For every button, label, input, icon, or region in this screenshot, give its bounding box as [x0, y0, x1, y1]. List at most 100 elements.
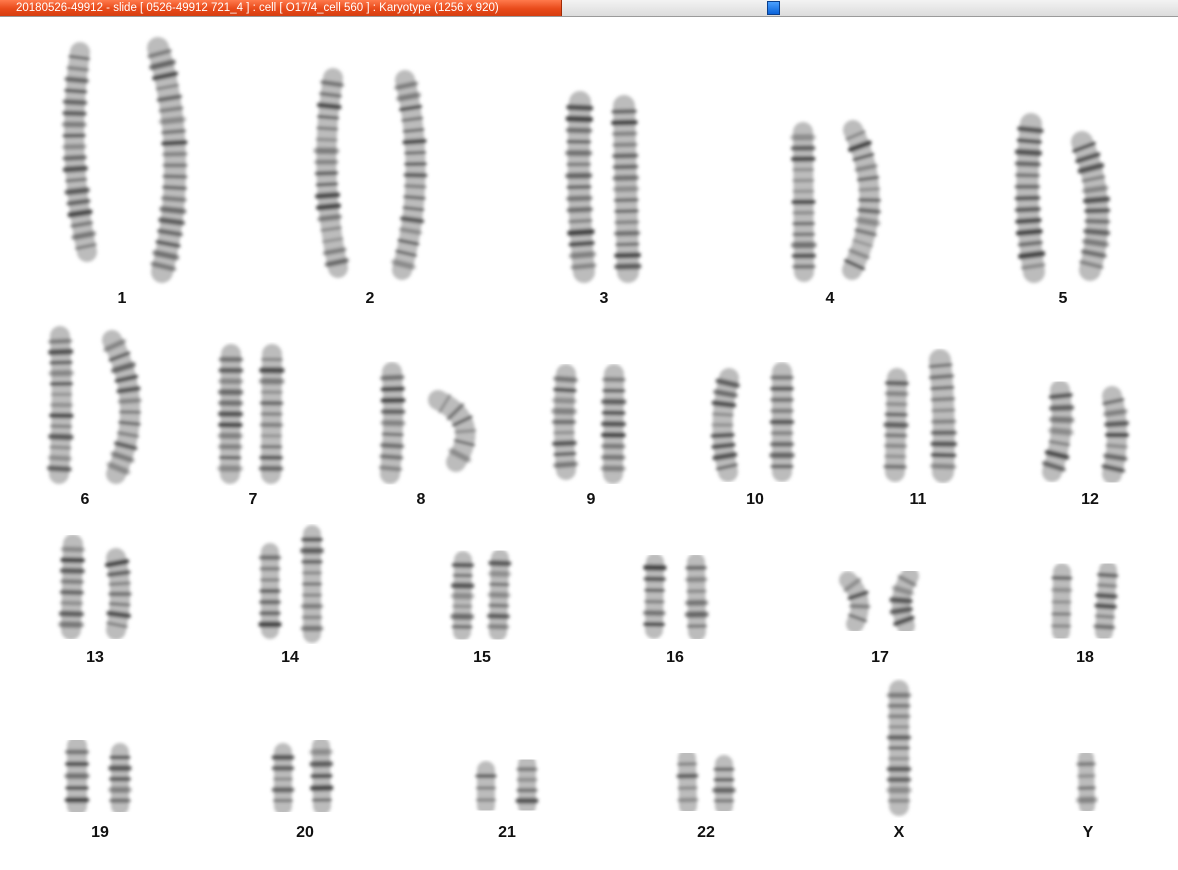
chromosome-pair-8[interactable]: [378, 362, 477, 484]
chromosome-band: [48, 433, 74, 441]
chromosome-band: [1048, 392, 1073, 400]
chromosome-band: [160, 195, 187, 203]
chromosome-band: [106, 610, 132, 619]
chromosome-band: [64, 88, 88, 94]
chromatid-body: [61, 534, 83, 640]
chromatid: [108, 743, 132, 815]
chromosome-pair-15[interactable]: [450, 549, 512, 641]
chromosome-pair-19[interactable]: [64, 736, 132, 816]
chromosome-band: [158, 105, 184, 113]
chromatid-body: [1095, 561, 1117, 641]
chromosome-band: [930, 396, 956, 402]
chromosome-band: [611, 119, 638, 126]
chromatid: [1014, 113, 1046, 283]
chromatid: [883, 368, 909, 482]
chromosome-pair-3[interactable]: [565, 91, 642, 283]
chromosome-band: [613, 230, 641, 237]
chromatid: [515, 755, 539, 815]
chromosome-band: [1094, 602, 1117, 610]
chromosome-label-11: 11: [909, 491, 927, 508]
chromosome-pair-20[interactable]: [271, 737, 334, 815]
chromosome-pair-1[interactable]: [61, 37, 188, 283]
chromosome-band: [117, 397, 142, 404]
chromosome-band: [158, 116, 187, 125]
chromosome-band: [568, 251, 597, 259]
chromatid: [710, 368, 740, 482]
chromosome-label-9: 9: [586, 491, 596, 508]
chromosome-band: [106, 569, 131, 577]
chromatid: [1093, 561, 1119, 641]
chromosome-band: [380, 386, 405, 392]
chromosome-pair-y[interactable]: [1076, 750, 1098, 814]
chromosome-band: [152, 249, 180, 261]
chromatid: [300, 525, 324, 643]
chromatid: [676, 749, 699, 815]
chromosome-band: [1017, 125, 1044, 134]
chromosome-band: [551, 397, 577, 404]
chromosome-band: [712, 451, 738, 461]
chromatid: [450, 551, 475, 641]
chromosome-band: [1095, 592, 1118, 600]
chromosome-band: [930, 463, 957, 470]
chromosome-band: [711, 412, 734, 417]
chromosome-band: [316, 126, 339, 131]
chromosome-band: [552, 440, 577, 447]
chromosome-pair-17[interactable]: [839, 567, 919, 635]
chromatid: [712, 755, 736, 815]
chromatid: [769, 362, 795, 482]
chromatid: [551, 364, 579, 480]
chromatid: [600, 364, 627, 484]
chromosome-band: [104, 558, 130, 568]
chromosome-pair-5[interactable]: [1014, 113, 1111, 283]
chromosome-pair-21[interactable]: [475, 755, 539, 815]
chromatid: [1101, 386, 1130, 484]
chromosome-band: [1103, 453, 1128, 462]
chromosome-pair-13[interactable]: [58, 534, 132, 640]
chromosome-band: [553, 461, 579, 469]
chromosome-band: [566, 104, 594, 112]
chromosome-band: [930, 385, 955, 391]
chromosome-band: [1084, 207, 1111, 214]
chromosome-band: [162, 185, 188, 191]
chromosome-band: [158, 217, 186, 226]
chromosome-band: [1049, 404, 1075, 412]
chromosome-pair-2[interactable]: [313, 68, 428, 280]
chromosome-label-4: 4: [825, 290, 835, 307]
chromosome-pair-11[interactable]: [883, 349, 958, 483]
chromosome-band: [380, 374, 405, 381]
chromatid: [391, 70, 428, 280]
chromosome-band: [857, 187, 881, 192]
chromosome-label-12: 12: [1081, 491, 1099, 508]
chromosome-pair-4[interactable]: [790, 120, 881, 282]
chromosome-pair-6[interactable]: [46, 326, 142, 484]
chromosome-pair-16[interactable]: [642, 553, 709, 641]
chromosome-pair-18[interactable]: [1050, 561, 1119, 641]
chromosome-band: [1014, 148, 1043, 157]
chromosome-band: [857, 207, 881, 215]
chromosome-band: [47, 455, 73, 462]
chromosome-pair-x[interactable]: [886, 680, 912, 816]
chromosome-pair-12[interactable]: [1042, 380, 1130, 484]
chromosome-pair-22[interactable]: [676, 749, 736, 815]
chromosome-pair-10[interactable]: [710, 362, 795, 482]
chromosome-label-21: 21: [498, 824, 516, 841]
chromosome-pair-14[interactable]: [258, 525, 324, 643]
chromosome-band: [1105, 443, 1129, 449]
splitter-handle[interactable]: [767, 1, 780, 15]
chromatid: [217, 344, 244, 484]
chromosome-label-5: 5: [1058, 290, 1068, 307]
chromatid: [258, 543, 282, 639]
chromosome-band: [889, 596, 913, 605]
chromosome-band: [612, 164, 639, 170]
chromosome-pair-9[interactable]: [551, 364, 627, 484]
chromosome-band: [553, 451, 577, 457]
chromosome-label-16: 16: [666, 649, 684, 666]
chromosome-band: [615, 242, 640, 246]
chromosome-band: [1082, 196, 1111, 204]
chromosome-pair-7[interactable]: [217, 344, 285, 484]
chromosome-band: [322, 247, 347, 256]
chromosome-band: [403, 195, 426, 200]
chromatid: [309, 737, 334, 815]
chromosome-band: [568, 240, 595, 247]
chromosome-band: [1082, 238, 1110, 248]
